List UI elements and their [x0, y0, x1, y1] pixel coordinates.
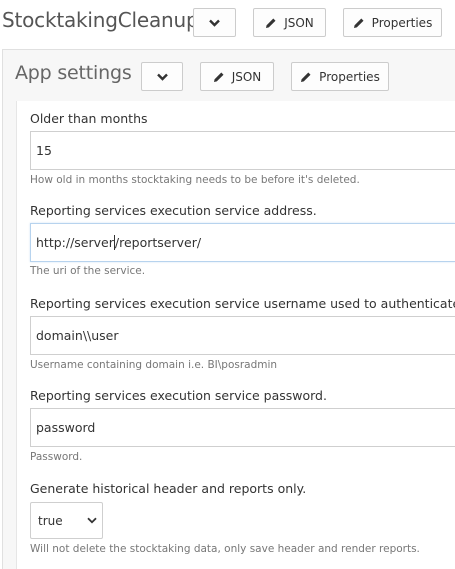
older-than-months-input[interactable]: 15 — [30, 131, 455, 170]
password-input[interactable]: password — [30, 408, 455, 447]
pencil-icon — [213, 72, 224, 82]
select-value: true — [38, 513, 63, 528]
field-value-start: http://server — [36, 235, 114, 250]
properties-label: Properties — [319, 69, 380, 84]
username-input[interactable]: domain\\user — [30, 316, 455, 355]
section-title: App settings — [15, 62, 132, 84]
pencil-icon — [301, 72, 311, 82]
json-label: JSON — [231, 69, 262, 84]
field-help: Password. — [30, 451, 83, 463]
field-value: password — [36, 420, 96, 435]
chevron-down-icon — [156, 73, 168, 81]
section-dropdown-button[interactable] — [141, 62, 183, 91]
field-help: The uri of the service. — [30, 265, 146, 277]
chevron-down-icon — [87, 517, 97, 524]
header-dropdown-button[interactable] — [193, 8, 236, 37]
field-help: Will not delete the stocktaking data, on… — [30, 543, 420, 555]
service-address-input[interactable]: http://server/reportserver/ — [30, 223, 455, 262]
field-value-end: /reportserver/ — [114, 235, 202, 250]
field-label: Generate historical header and reports o… — [30, 481, 307, 496]
field-label: Reporting services execution service pas… — [30, 388, 327, 403]
field-value: 15 — [36, 143, 52, 158]
historical-only-select[interactable]: true — [30, 502, 103, 539]
field-help: Username containing domain i.e. BI\posra… — [30, 359, 278, 371]
field-label: Reporting services execution service use… — [30, 296, 455, 311]
section-properties-button[interactable]: Properties — [291, 62, 389, 91]
header-json-button[interactable]: JSON — [253, 8, 326, 37]
field-label: Reporting services execution service add… — [30, 203, 317, 218]
json-label: JSON — [284, 15, 314, 30]
page-title: StocktakingCleanup — [2, 8, 199, 32]
header-properties-button[interactable]: Properties — [343, 8, 442, 37]
field-help: How old in months stocktaking needs to b… — [30, 174, 360, 186]
properties-label: Properties — [371, 15, 433, 30]
chevron-down-icon — [209, 19, 220, 27]
section-json-button[interactable]: JSON — [200, 62, 274, 91]
pencil-icon — [266, 18, 276, 28]
field-label: Older than months — [30, 111, 148, 126]
field-value: domain\\user — [36, 328, 119, 343]
pencil-icon — [353, 18, 364, 28]
